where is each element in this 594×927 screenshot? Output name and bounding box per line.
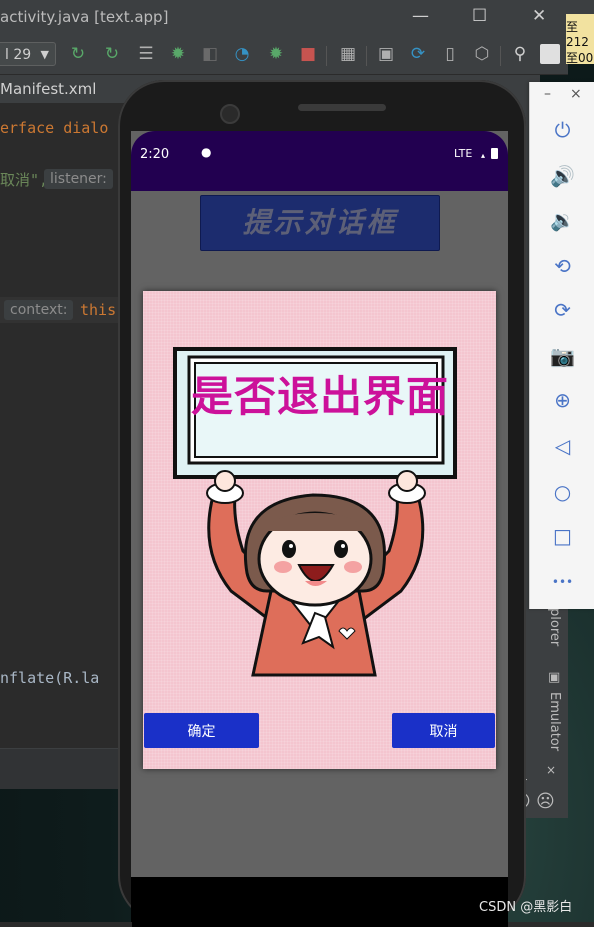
volume-down-icon[interactable]: 🔉	[530, 200, 594, 240]
sync-gradle-icon[interactable]: ⟳	[408, 44, 428, 64]
signal-icon: ▴	[481, 151, 486, 160]
more-icon[interactable]: •••	[530, 562, 594, 602]
speaker-grill	[298, 104, 386, 111]
feedback-sad-icon[interactable]: ☹	[536, 791, 555, 812]
ide-toolbar: l 29 ▼ ↻ ↻ ☰ ✹ ◧ ◔ ✹ ■ ▦ ▣ ⟳ ▯ ⬡ ⚲	[0, 36, 568, 75]
editor-bottom-panel	[0, 748, 128, 789]
minimize-panel-icon[interactable]: –	[544, 86, 551, 102]
emulator-control-panel: – × ⏻ 🔊 🔉 ⟲ ⟳ 📷 ⊕ ◁ ○ □ •••	[529, 82, 594, 609]
front-camera	[220, 104, 240, 124]
home-icon[interactable]: ○	[530, 472, 594, 512]
window-title: activity.java [text.app]	[0, 8, 169, 26]
zoom-icon[interactable]: ⊕	[530, 380, 594, 420]
device-manager-icon[interactable]: ▯	[440, 44, 460, 64]
camera-icon[interactable]: 📷	[530, 336, 594, 376]
rerun-icon[interactable]: ↻	[68, 44, 88, 64]
apply-changes-icon[interactable]: ↻	[102, 44, 122, 64]
run-with-coverage-icon[interactable]: ✹	[266, 44, 286, 64]
project-structure-icon[interactable]: ▦	[338, 44, 358, 64]
debug-icon[interactable]: ✹	[168, 44, 188, 64]
code-editor[interactable]: erface dialo 取消", listener: context: thi…	[0, 103, 128, 748]
code-line: nflate(R.la	[0, 669, 100, 687]
chevron-down-icon: ▼	[40, 48, 49, 61]
volume-up-icon[interactable]: 🔊	[530, 156, 594, 196]
terminal-icon[interactable]: ▣	[376, 44, 396, 64]
apply-code-changes-icon[interactable]: ☰	[136, 44, 156, 64]
toolbar-separator	[500, 46, 501, 66]
cancel-button[interactable]: 取消	[392, 713, 495, 748]
minimize-window-icon[interactable]: —	[412, 6, 429, 26]
status-bar: 2:20 ● LTE ▴	[131, 131, 508, 191]
alert-dialog: 是否退出界面 确定 取消	[143, 291, 496, 769]
overflow-text-2: 至00	[566, 51, 594, 65]
overview-icon[interactable]: □	[530, 516, 594, 556]
api-level-select[interactable]: l 29 ▼	[0, 42, 56, 66]
rotate-left-icon[interactable]: ⟲	[530, 246, 594, 286]
code-line: this	[80, 301, 117, 319]
right-overflow-window: 至212 至00	[566, 14, 594, 65]
parameter-hint: context:	[4, 300, 74, 320]
stop-icon[interactable]: ■	[298, 44, 318, 64]
girl-holding-sign-illustration	[173, 347, 457, 677]
tab-manifest[interactable]: Manifest.xml	[0, 80, 96, 98]
attach-debugger-icon[interactable]: ◧	[200, 44, 220, 64]
close-panel-icon[interactable]: ×	[570, 86, 582, 102]
emulator-tool-icon[interactable]: ▣	[548, 670, 560, 685]
account-icon[interactable]	[540, 44, 560, 64]
dialog-message: 是否退出界面	[191, 372, 450, 421]
code-line: erface dialo	[0, 119, 109, 137]
back-icon[interactable]: ◁	[530, 426, 594, 466]
network-label: LTE	[454, 147, 473, 160]
phone-nav-bar	[131, 877, 508, 922]
sdk-manager-icon[interactable]: ⬡	[472, 44, 492, 64]
tool-window-strip: plorer ▣ Emulator	[540, 600, 568, 760]
status-time: 2:20	[140, 147, 170, 162]
close-icon[interactable]: ×	[546, 763, 556, 777]
confirm-button[interactable]: 确定	[144, 713, 259, 748]
overflow-text-1: 至212	[566, 20, 589, 49]
close-window-icon[interactable]: ✕	[532, 6, 546, 26]
battery-icon	[491, 148, 498, 159]
device-file-explorer-label[interactable]: plorer	[547, 608, 562, 646]
profile-icon[interactable]: ◔	[232, 44, 252, 64]
power-icon[interactable]: ⏻	[530, 110, 594, 150]
toolbar-separator	[366, 46, 367, 66]
code-line: 取消",	[0, 171, 49, 189]
rotate-right-icon[interactable]: ⟳	[530, 290, 594, 330]
emulator-label[interactable]: Emulator	[547, 692, 562, 751]
show-dialog-button[interactable]: 提示对话框	[200, 195, 440, 251]
parameter-hint: listener:	[44, 169, 113, 189]
notification-dot-icon: ●	[201, 145, 212, 159]
maximize-window-icon[interactable]: ☐	[472, 6, 487, 26]
watermark: CSDN @黑影白	[479, 900, 573, 915]
api-level-value: l 29	[5, 47, 32, 63]
toolbar-separator	[326, 46, 327, 66]
search-icon[interactable]: ⚲	[510, 44, 530, 64]
ide-title-bar: activity.java [text.app] — ☐ ✕	[0, 0, 594, 36]
